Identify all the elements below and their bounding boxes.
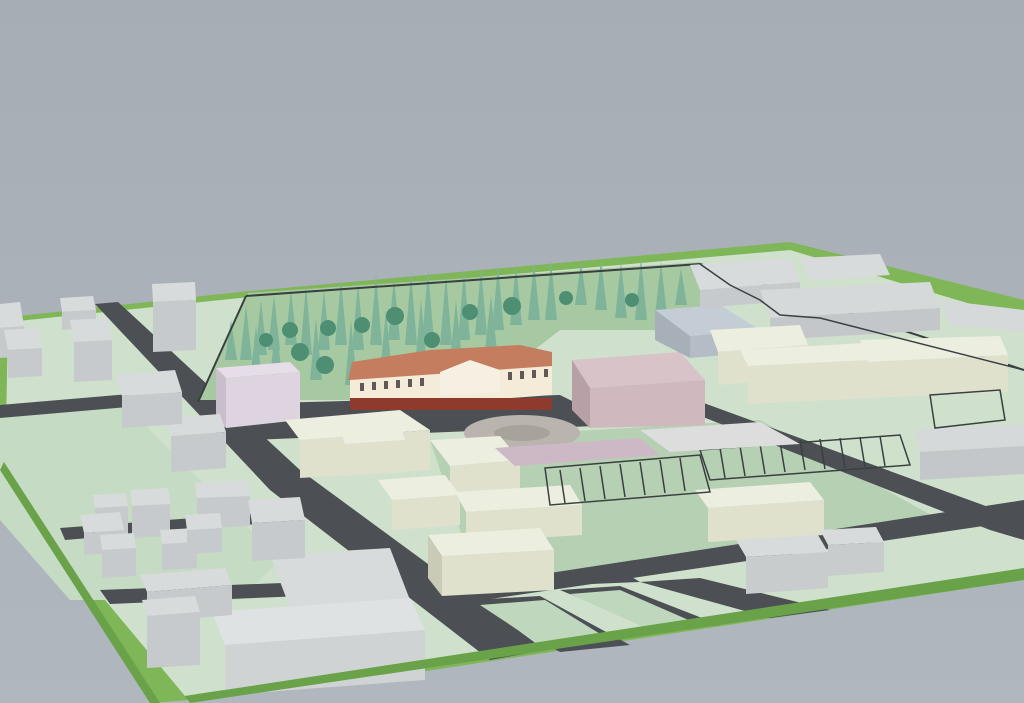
tree-round xyxy=(462,304,478,320)
house-sw-4-side xyxy=(252,520,305,561)
tree-round xyxy=(282,322,298,338)
tree-round xyxy=(625,293,639,307)
house-w-5-top xyxy=(70,318,112,342)
house-w-7-side xyxy=(8,348,42,378)
tree-round xyxy=(386,307,404,325)
house-sw-1-top xyxy=(93,493,128,508)
house-sw-6-side xyxy=(102,548,136,578)
house-w-3-side xyxy=(153,300,196,352)
house-sw-6-top xyxy=(100,533,136,550)
tree-round xyxy=(291,343,309,361)
tree-round xyxy=(354,317,370,333)
building-sw-4-side xyxy=(147,612,200,668)
house-w-5-side xyxy=(74,340,112,382)
plaza-center xyxy=(494,425,550,441)
house-w-7-top xyxy=(4,328,42,350)
tree-round xyxy=(503,297,521,315)
house-sw-3-top xyxy=(195,480,250,498)
building-center-2-side xyxy=(345,440,405,476)
building-lilac-side xyxy=(226,372,300,428)
tree-round xyxy=(559,291,573,305)
house-w-3-top xyxy=(152,282,196,302)
tree-round xyxy=(424,332,440,348)
house-w-1-side xyxy=(171,432,226,472)
tree-round xyxy=(320,320,336,336)
building-cream-2-side xyxy=(748,360,872,404)
building-se-2-side xyxy=(746,552,828,594)
manor-base xyxy=(350,398,552,410)
house-sw-8-top xyxy=(185,513,222,530)
city-block-render xyxy=(0,0,1024,703)
building-e-1-side xyxy=(920,446,1024,480)
tree-round xyxy=(316,356,334,374)
building-se-3-side xyxy=(828,542,884,576)
tree-round xyxy=(259,333,273,347)
house-sw-2-top xyxy=(130,488,170,506)
house-sw-5-top xyxy=(80,512,124,533)
building-se-3-top xyxy=(820,527,884,545)
house-w-2-side xyxy=(122,392,182,428)
building-pink-side xyxy=(590,380,705,428)
render-canvas xyxy=(0,0,1024,703)
house-w-6-top xyxy=(0,302,24,328)
house-w-4-top xyxy=(60,296,96,312)
house-sw-4-top xyxy=(248,497,305,523)
house-sw-8-side xyxy=(187,528,222,554)
building-center-4-side xyxy=(392,495,460,530)
building-center-6-side xyxy=(442,550,554,596)
